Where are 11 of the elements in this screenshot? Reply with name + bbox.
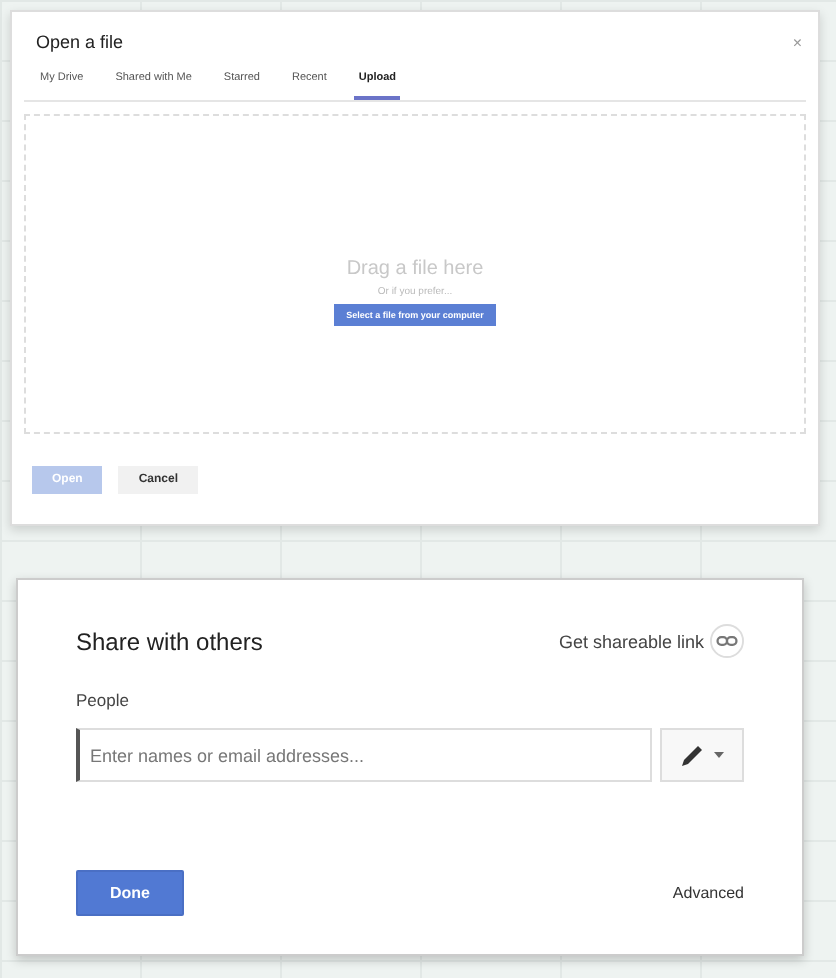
done-button[interactable]: Done [76, 870, 184, 916]
permission-button[interactable] [660, 728, 744, 782]
advanced-link[interactable]: Advanced [672, 884, 744, 902]
dialog-title: Share with others [76, 627, 263, 655]
shareable-link[interactable]: Get shareable link [558, 631, 704, 651]
dialog-title: Open a file [36, 32, 124, 52]
people-label: People [76, 690, 131, 710]
people-field[interactable]: Enter names or email addresses... [76, 728, 652, 782]
link-icon[interactable] [710, 624, 744, 658]
pencil-icon [681, 745, 701, 765]
caret-icon [713, 752, 723, 758]
